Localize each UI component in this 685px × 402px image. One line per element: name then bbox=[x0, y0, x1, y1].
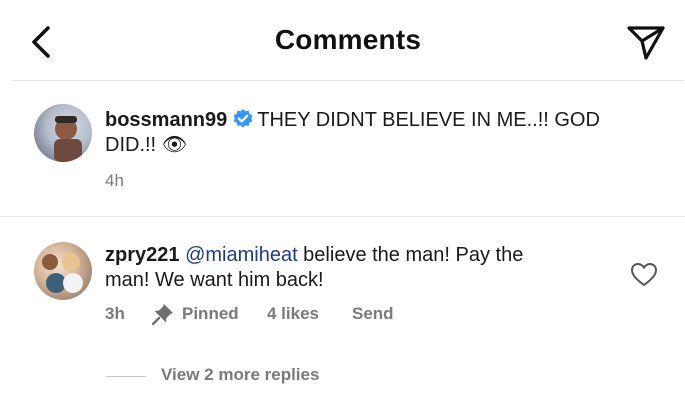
profile-photo-icon bbox=[42, 253, 83, 293]
like-button[interactable] bbox=[630, 262, 658, 288]
send-reply-button[interactable]: Send bbox=[352, 304, 394, 324]
verified-badge-icon bbox=[233, 109, 253, 128]
caption-line-2: DID.!! 👁 bbox=[105, 133, 187, 157]
post-caption bbox=[0, 80, 685, 217]
avatar[interactable] bbox=[34, 104, 92, 162]
caption-text-2: DID.!! bbox=[105, 134, 157, 156]
replies-divider bbox=[106, 376, 146, 377]
caption-line-1: bossmann99 THEY DIDNT BELIEVE IN ME..!! … bbox=[105, 108, 600, 132]
pin-icon-wrap bbox=[151, 303, 174, 326]
comments-header: Comments bbox=[12, 0, 684, 81]
avatar[interactable] bbox=[34, 242, 92, 300]
heart-icon bbox=[630, 262, 658, 287]
paper-plane-icon bbox=[627, 26, 665, 60]
comment-username[interactable]: zpry221 bbox=[105, 244, 180, 266]
pinned-label: Pinned bbox=[182, 304, 239, 323]
mention-link[interactable]: @miamiheat bbox=[185, 244, 298, 266]
caption-text: THEY DIDNT BELIEVE IN ME..!! GOD bbox=[257, 109, 600, 131]
profile-photo-icon bbox=[54, 116, 82, 162]
share-button[interactable] bbox=[626, 22, 666, 62]
eye-emoji: 👁 bbox=[161, 134, 188, 156]
comment-line-1: zpry221 @miamiheat believe the man! Pay … bbox=[105, 243, 523, 267]
pin-icon bbox=[151, 304, 173, 326]
comment-text: believe the man! Pay the bbox=[297, 244, 524, 266]
comment-line-2: man! We want him back! bbox=[105, 268, 324, 292]
comment-timestamp: 3h bbox=[105, 304, 125, 323]
view-replies-button[interactable]: View 2 more replies bbox=[161, 365, 319, 385]
comment-text-2: man! We want him back! bbox=[105, 269, 324, 291]
likes-count[interactable]: 4 likes bbox=[267, 304, 319, 324]
caption-username[interactable]: bossmann99 bbox=[105, 109, 227, 131]
page-title: Comments bbox=[274, 24, 422, 55]
caption-timestamp: 4h bbox=[105, 171, 124, 190]
